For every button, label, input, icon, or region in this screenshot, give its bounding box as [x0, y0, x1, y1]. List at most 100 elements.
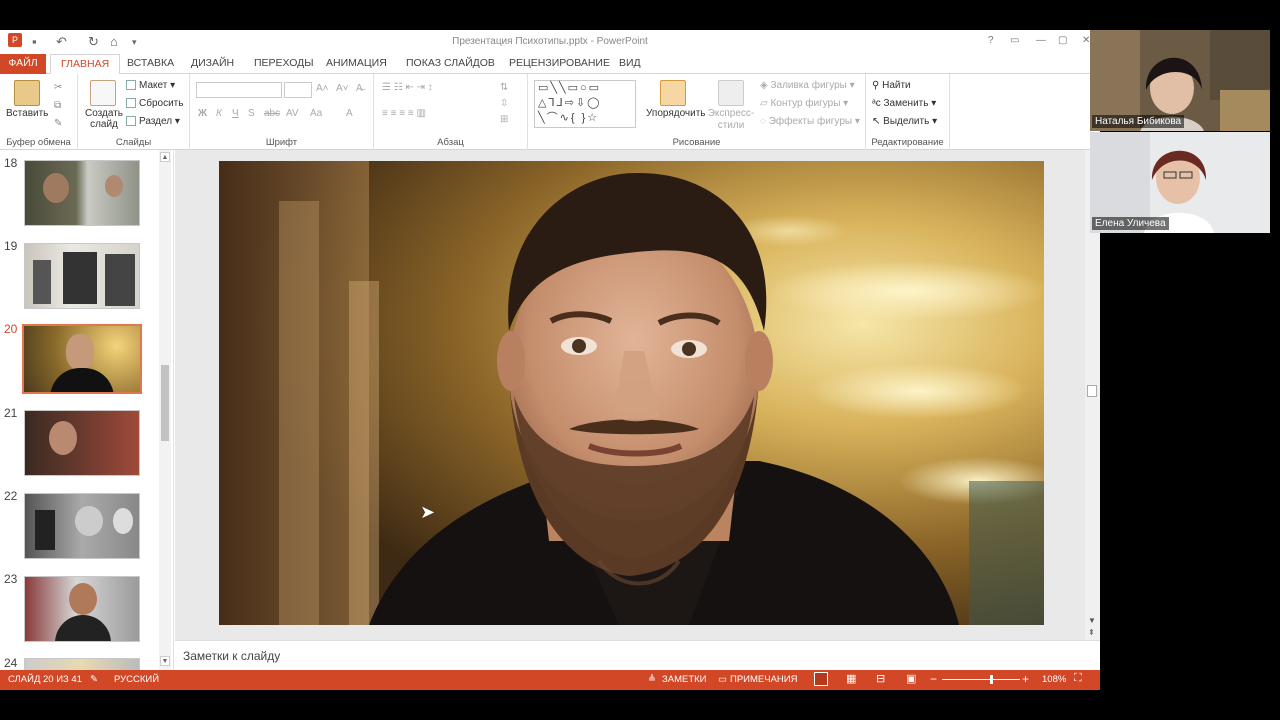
spellcheck-icon[interactable]: ✎ — [90, 674, 98, 685]
bullets-icon[interactable]: ☰ ☷ ⇤ ⇥ ↕ — [382, 82, 433, 93]
paste-button[interactable]: Вставить — [6, 108, 48, 119]
strike-icon[interactable]: abc — [264, 108, 280, 119]
scroll-down-icon[interactable]: ▼ — [1088, 616, 1096, 625]
participant-name: Наталья Бибикова — [1092, 115, 1185, 128]
font-color-icon[interactable]: A — [346, 108, 353, 119]
notes-toggle-button[interactable]: ЗАМЕТКИ — [662, 674, 707, 685]
thumb-shirt — [55, 615, 111, 641]
tab-design[interactable]: ДИЗАЙН — [181, 54, 244, 74]
normal-view-icon[interactable] — [814, 672, 828, 686]
section-button[interactable]: Раздел ▾ — [126, 116, 180, 127]
align-text-icon[interactable]: ⇳ — [500, 98, 508, 109]
language-indicator[interactable]: РУССКИЙ — [114, 674, 159, 685]
tab-insert[interactable]: ВСТАВКА — [117, 54, 184, 74]
font-label: Шрифт — [265, 137, 298, 148]
font-name-input[interactable] — [196, 82, 282, 98]
cut-icon[interactable]: ✂ — [54, 82, 62, 93]
slide-thumbnail[interactable] — [24, 576, 140, 642]
ribbon-display-icon[interactable]: ▭ — [1010, 35, 1019, 46]
arrange-icon — [660, 80, 686, 106]
section-label: Раздел — [139, 116, 173, 127]
reset-button[interactable]: Сбросить — [126, 98, 183, 109]
scroll-up-icon[interactable]: ▲ — [160, 152, 170, 162]
tab-animations[interactable]: АНИМАЦИЯ — [316, 54, 397, 74]
comments-button[interactable]: ПРИМЕЧАНИЯ — [730, 674, 797, 685]
shape-fill-button[interactable]: ◈ Заливка фигуры ▾ — [760, 80, 855, 91]
tab-transitions[interactable]: ПЕРЕХОДЫ — [244, 54, 324, 74]
select-label: Выделить — [883, 116, 930, 127]
help-icon[interactable]: ? — [988, 35, 994, 46]
slideshow-view-icon[interactable]: ▣ — [906, 672, 916, 685]
participant-video-2[interactable]: Елена Уличева — [1090, 132, 1270, 233]
new-slide-button[interactable]: Создать слайд — [84, 108, 124, 130]
shapes-gallery[interactable]: ▭╲╲▭○▭ △⅂⅃⇨⇩◯ ╲⌒∿{ }☆ — [534, 80, 636, 128]
zoom-level[interactable]: 108% — [1042, 674, 1066, 685]
thumb-face — [105, 175, 123, 197]
text-direction-icon[interactable]: ⇅ — [500, 82, 508, 93]
underline-icon[interactable]: Ч — [232, 108, 239, 119]
zoom-out-icon[interactable]: − — [930, 672, 937, 686]
shape-effects-button[interactable]: ◌ Эффекты фигуры ▾ — [760, 116, 860, 127]
thumbnails-scrollbar[interactable]: ▲ ▼ — [159, 150, 171, 670]
spacing-icon[interactable]: AV — [286, 108, 299, 119]
group-paragraph: ☰ ☷ ⇤ ⇥ ↕ ≡ ≡ ≡ ≡ ▥ ⇅ ⇳ ⊞ Абзац — [374, 74, 528, 150]
layout-label: Макет — [139, 80, 168, 91]
fit-to-window-icon[interactable]: ⛶ — [1074, 672, 1082, 685]
zoom-slider-track[interactable] — [942, 675, 1020, 684]
select-button[interactable]: ↖ Выделить ▾ — [872, 116, 937, 127]
slide-thumbnail[interactable] — [24, 160, 140, 226]
arrange-button[interactable]: Упорядочить — [646, 108, 706, 119]
prev-slide-icon[interactable]: ⇞ — [1088, 628, 1095, 637]
thumb-figure — [105, 254, 135, 306]
replace-button[interactable]: ᵃc Заменить ▾ — [872, 98, 936, 109]
current-slide-photo[interactable] — [219, 161, 1044, 625]
thumb-number: 23 — [4, 572, 18, 586]
align-icons[interactable]: ≡ ≡ ≡ ≡ ▥ — [382, 108, 426, 119]
participant-video-1[interactable]: Наталья Бибикова — [1090, 30, 1270, 131]
scroll-thumb[interactable] — [161, 365, 169, 441]
copy-icon[interactable]: ⧉ — [54, 100, 61, 111]
find-button[interactable]: ⚲ Найти — [872, 80, 911, 91]
editor-scroll-thumb[interactable] — [1087, 385, 1097, 397]
slide-thumbnail-active[interactable] — [22, 324, 142, 394]
slide-thumbnail[interactable] — [24, 493, 140, 559]
thumb-face — [75, 506, 103, 536]
case-icon[interactable]: Aa — [310, 108, 322, 119]
format-painter-icon[interactable]: ✎ — [54, 118, 62, 129]
bold-icon[interactable]: Ж — [198, 108, 207, 119]
slide-thumbnail[interactable] — [24, 410, 140, 476]
group-font: A˄ A˅ A̶ Ж К Ч S abc AV Aa A Шрифт — [190, 74, 374, 150]
find-icon: ⚲ — [872, 80, 880, 91]
shape-outline-button[interactable]: ▱ Контур фигуры ▾ — [760, 98, 848, 109]
minimize-icon[interactable]: — — [1036, 35, 1046, 46]
quick-styles-button[interactable]: Экспресс-стили — [706, 108, 756, 132]
layout-button[interactable]: Макет ▾ — [126, 80, 175, 91]
clear-format-icon[interactable]: A̶ — [356, 83, 363, 94]
zoom-in-icon[interactable]: + — [1022, 672, 1029, 686]
italic-icon[interactable]: К — [216, 108, 222, 119]
tab-view[interactable]: ВИД — [609, 54, 651, 74]
slide-sorter-icon[interactable]: ▦ — [846, 672, 856, 685]
tab-slideshow[interactable]: ПОКАЗ СЛАЙДОВ — [396, 54, 505, 74]
thumb-figure — [35, 510, 55, 550]
tab-review[interactable]: РЕЦЕНЗИРОВАНИЕ — [499, 54, 620, 74]
status-bar: СЛАЙД 20 ИЗ 41 ✎ РУССКИЙ ≜ ЗАМЕТКИ ▭ ПРИ… — [0, 670, 1100, 690]
tab-home[interactable]: ГЛАВНАЯ — [50, 54, 121, 75]
scroll-down-icon[interactable]: ▼ — [160, 656, 170, 666]
comments-icon[interactable]: ▭ — [718, 674, 727, 685]
notes-toggle-icon[interactable]: ≜ — [648, 674, 656, 685]
maximize-icon[interactable]: ▢ — [1058, 35, 1067, 46]
tab-file[interactable]: ФАЙЛ — [0, 54, 46, 74]
notes-pane[interactable]: Заметки к слайду — [175, 640, 1100, 670]
increase-font-icon[interactable]: A˄ — [316, 83, 329, 94]
shadow-icon[interactable]: S — [248, 108, 255, 119]
layout-icon — [126, 80, 136, 91]
slide-thumbnail[interactable] — [24, 243, 140, 309]
zoom-slider-thumb[interactable] — [990, 675, 993, 684]
decrease-font-icon[interactable]: A˅ — [336, 83, 349, 94]
reading-view-icon[interactable]: ⊟ — [876, 672, 885, 685]
font-size-input[interactable] — [284, 82, 312, 98]
smartart-icon[interactable]: ⊞ — [500, 114, 508, 125]
slide-thumbnail[interactable] — [24, 658, 140, 670]
group-drawing: ▭╲╲▭○▭ △⅂⅃⇨⇩◯ ╲⌒∿{ }☆ Упорядочить Экспресс… — [528, 74, 866, 150]
